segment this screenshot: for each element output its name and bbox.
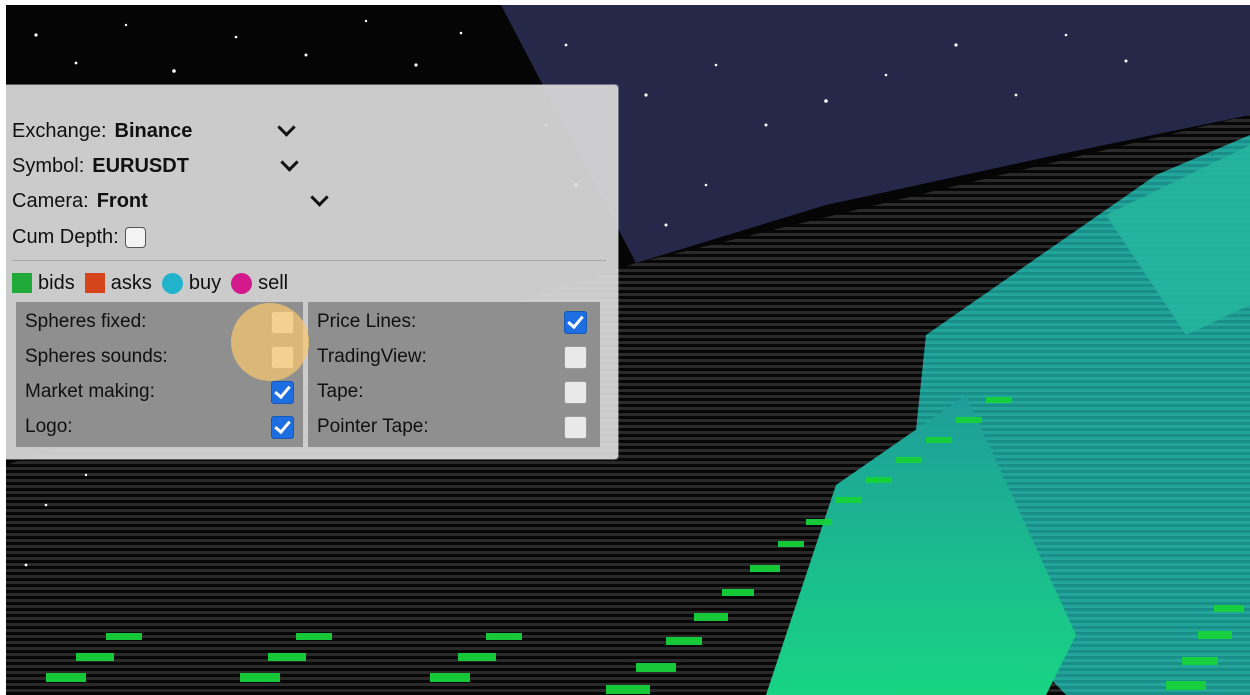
exchange-value: Binance [114,119,193,142]
option-label: Spheres fixed: [25,311,147,332]
legend-item-asks: asks [84,271,152,295]
symbol-chevron-down-icon[interactable] [280,153,299,172]
option-label: Spheres sounds: [25,346,168,367]
legend-label: sell [258,271,289,294]
camera-value: Front [96,189,148,212]
divider [12,260,606,261]
camera-select[interactable]: Camera: Front [12,186,148,216]
asks-swatch-icon [84,273,105,293]
exchange-label: Exchange: [12,119,107,142]
legend-label: bids [38,271,75,294]
spheres-fixed-checkbox[interactable] [271,311,294,334]
cum-depth-row: Cum Depth: [12,222,146,252]
cum-depth-checkbox[interactable] [124,226,146,248]
sell-dot-icon [231,272,253,294]
symbol-value: EURUSDT [92,154,189,177]
spheres-sounds-checkbox[interactable] [271,346,294,369]
legend-item-bids: bids [12,272,75,295]
legend-item-sell: sell [231,272,288,295]
price-lines-checkbox[interactable] [564,311,587,334]
option-label: TradingView: [317,346,427,367]
tape-checkbox[interactable] [564,381,587,404]
legend: bids asks buy sell [12,269,298,297]
option-spheres-fixed: Spheres fixed: [25,305,146,339]
display-options-left: Spheres fixed: Spheres sounds: Market ma… [16,302,303,447]
option-label: Price Lines: [317,311,417,332]
camera-chevron-down-icon[interactable] [310,188,329,207]
option-price-lines: Price Lines: [317,305,416,339]
option-label: Logo: [25,416,73,437]
camera-label: Camera: [12,189,89,212]
option-tape: Tape: [317,375,363,409]
display-options-right: Price Lines: TradingView: Tape: Pointer … [308,302,600,447]
option-logo: Logo: [25,410,73,444]
bids-swatch-icon [12,273,32,293]
pointer-tape-checkbox[interactable] [564,416,587,439]
legend-label: buy [188,271,222,294]
option-pointer-tape: Pointer Tape: [317,410,429,444]
cum-depth-label: Cum Depth: [12,225,119,248]
market-making-checkbox[interactable] [271,381,294,404]
symbol-label: Symbol: [12,154,85,177]
legend-item-buy: buy [161,271,222,295]
option-label: Market making: [25,381,155,402]
exchange-select[interactable]: Exchange: Binance [12,116,192,146]
legend-label: asks [110,271,152,294]
option-spheres-sounds: Spheres sounds: [25,340,168,374]
settings-panel: Exchange: Binance Symbol: EURUSDT Camera… [6,85,618,459]
exchange-chevron-down-icon[interactable] [277,118,296,137]
symbol-select[interactable]: Symbol: EURUSDT [12,151,189,181]
option-label: Tape: [317,381,364,402]
logo-checkbox[interactable] [271,416,294,439]
tradingview-checkbox[interactable] [564,346,587,369]
option-label: Pointer Tape: [317,416,429,437]
option-market-making: Market making: [25,375,155,409]
buy-dot-icon [161,272,183,294]
option-tradingview: TradingView: [317,340,427,374]
